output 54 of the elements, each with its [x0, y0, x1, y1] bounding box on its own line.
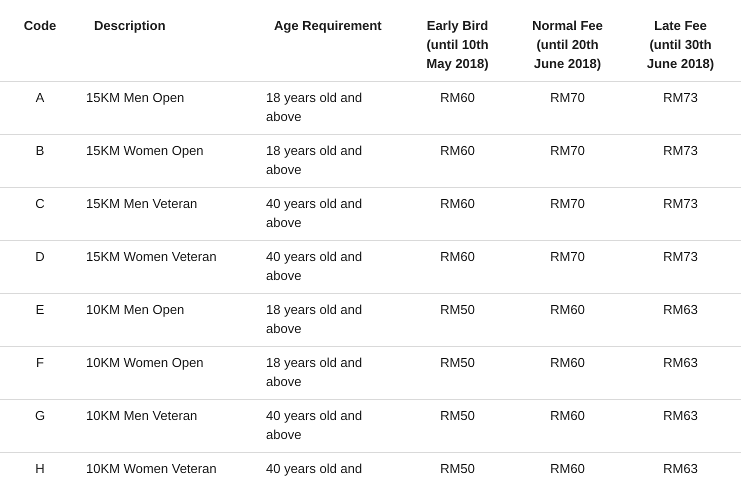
late-fee-cell: RM73 [620, 240, 741, 294]
column-header: Description [80, 0, 260, 82]
normal-fee-cell: RM60 [515, 294, 620, 346]
normal-fee-cell: RM60 [515, 452, 620, 486]
early-bird-fee-cell: RM50 [400, 452, 515, 486]
age-requirement-cell: 40 years old and above [260, 240, 400, 294]
code-cell: C [0, 188, 80, 240]
normal-fee-cell: RM60 [515, 346, 620, 400]
late-fee-cell: RM73 [620, 82, 741, 134]
column-header: Early Bird (until 10th May 2018) [400, 0, 515, 82]
late-fee-cell: RM73 [620, 134, 741, 188]
late-fee-cell: RM73 [620, 188, 741, 240]
age-requirement-cell: 18 years old and above [260, 294, 400, 346]
code-cell: A [0, 82, 80, 134]
age-requirement-cell: 40 years old and above [260, 188, 400, 240]
code-cell: D [0, 240, 80, 294]
column-header: Normal Fee (until 20th June 2018) [515, 0, 620, 82]
age-requirement-cell: 40 years old and above [260, 400, 400, 452]
early-bird-fee-cell: RM50 [400, 294, 515, 346]
early-bird-fee-cell: RM50 [400, 400, 515, 452]
code-cell: F [0, 346, 80, 400]
column-header: Age Requirement [260, 0, 400, 82]
early-bird-fee-cell: RM50 [400, 346, 515, 400]
early-bird-fee-cell: RM60 [400, 134, 515, 188]
normal-fee-cell: RM70 [515, 188, 620, 240]
code-cell: B [0, 134, 80, 188]
code-cell: H [0, 452, 80, 486]
normal-fee-cell: RM60 [515, 400, 620, 452]
code-cell: E [0, 294, 80, 346]
description-cell: 10KM Women Veteran [80, 452, 260, 486]
late-fee-cell: RM63 [620, 452, 741, 486]
description-cell: 10KM Women Open [80, 346, 260, 400]
column-header: Late Fee (until 30th June 2018) [620, 0, 741, 82]
early-bird-fee-cell: RM60 [400, 188, 515, 240]
description-cell: 15KM Women Open [80, 134, 260, 188]
normal-fee-cell: RM70 [515, 240, 620, 294]
description-cell: 15KM Women Veteran [80, 240, 260, 294]
age-requirement-cell: 18 years old and above [260, 82, 400, 134]
normal-fee-cell: RM70 [515, 82, 620, 134]
late-fee-cell: RM63 [620, 294, 741, 346]
early-bird-fee-cell: RM60 [400, 82, 515, 134]
age-requirement-cell: 40 years old and [260, 452, 400, 486]
age-requirement-cell: 18 years old and above [260, 134, 400, 188]
late-fee-cell: RM63 [620, 400, 741, 452]
normal-fee-cell: RM70 [515, 134, 620, 188]
early-bird-fee-cell: RM60 [400, 240, 515, 294]
description-cell: 10KM Men Open [80, 294, 260, 346]
late-fee-cell: RM63 [620, 346, 741, 400]
description-cell: 15KM Men Veteran [80, 188, 260, 240]
description-cell: 10KM Men Veteran [80, 400, 260, 452]
age-requirement-cell: 18 years old and above [260, 346, 400, 400]
column-header: Code [0, 0, 80, 82]
code-cell: G [0, 400, 80, 452]
description-cell: 15KM Men Open [80, 82, 260, 134]
